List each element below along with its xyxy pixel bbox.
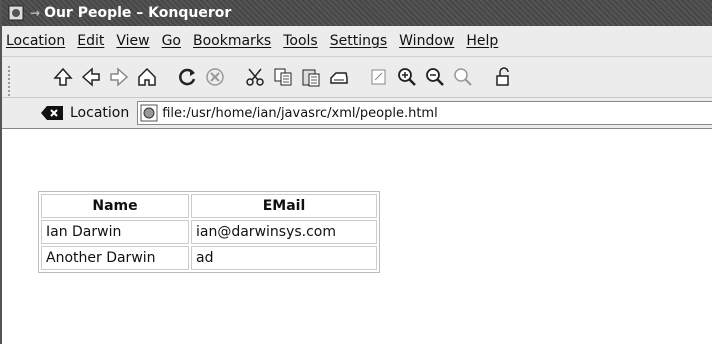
url-text[interactable]: file:/usr/home/ian/javasrc/xml/people.ht… <box>162 106 437 121</box>
menu-window[interactable]: Window <box>399 33 454 49</box>
paste-icon[interactable] <box>298 64 324 90</box>
menu-edit[interactable]: Edit <box>77 33 104 49</box>
browser-window: → Our People – Konqueror Location Edit V… <box>0 0 712 344</box>
menu-view[interactable]: View <box>116 33 149 49</box>
people-table: Name EMail Ian Darwin ian@darwinsys.com … <box>38 191 380 273</box>
home-icon[interactable] <box>134 64 160 90</box>
main-toolbar <box>2 57 712 98</box>
cut-icon[interactable] <box>242 64 268 90</box>
zoom-in-icon[interactable] <box>394 64 420 90</box>
up-icon[interactable] <box>50 64 76 90</box>
page-content: Name EMail Ian Darwin ian@darwinsys.com … <box>2 129 712 344</box>
find-icon[interactable] <box>450 64 476 90</box>
cell-email: ian@darwinsys.com <box>191 220 377 244</box>
menu-help[interactable]: Help <box>466 33 498 49</box>
url-input[interactable]: file:/usr/home/ian/javasrc/xml/people.ht… <box>137 101 712 125</box>
zoom-out-icon[interactable] <box>422 64 448 90</box>
back-icon[interactable] <box>78 64 104 90</box>
stop-icon[interactable] <box>202 64 228 90</box>
toolbar-handle[interactable] <box>8 66 16 96</box>
table-row: Ian Darwin ian@darwinsys.com <box>41 220 377 244</box>
menu-tools[interactable]: Tools <box>283 33 318 49</box>
location-bar: Location file:/usr/home/ian/javasrc/xml/… <box>2 98 712 130</box>
title-arrow-icon: → <box>30 6 41 20</box>
konqueror-app-icon[interactable] <box>8 5 24 21</box>
reload-icon[interactable] <box>174 64 200 90</box>
frame-icon[interactable] <box>366 64 392 90</box>
page-favicon-icon <box>140 104 158 122</box>
table-header-row: Name EMail <box>41 194 377 218</box>
table-row: Another Darwin ad <box>41 246 377 270</box>
menu-settings[interactable]: Settings <box>330 33 387 49</box>
print-icon[interactable] <box>326 64 352 90</box>
cell-name: Another Darwin <box>41 246 189 270</box>
column-header-name: Name <box>41 194 189 218</box>
menu-location[interactable]: Location <box>6 33 65 49</box>
menu-bar: Location Edit View Go Bookmarks Tools Se… <box>2 26 712 57</box>
menu-go[interactable]: Go <box>162 33 181 49</box>
security-icon[interactable] <box>490 64 516 90</box>
clear-location-icon[interactable] <box>40 105 64 121</box>
location-label: Location <box>70 105 130 121</box>
cell-name: Ian Darwin <box>41 220 189 244</box>
copy-icon[interactable] <box>270 64 296 90</box>
menu-bookmarks[interactable]: Bookmarks <box>193 33 271 49</box>
forward-icon[interactable] <box>106 64 132 90</box>
cell-email: ad <box>191 246 377 270</box>
title-bar[interactable]: → Our People – Konqueror <box>2 0 712 26</box>
column-header-email: EMail <box>191 194 377 218</box>
window-title: Our People – Konqueror <box>44 5 232 21</box>
